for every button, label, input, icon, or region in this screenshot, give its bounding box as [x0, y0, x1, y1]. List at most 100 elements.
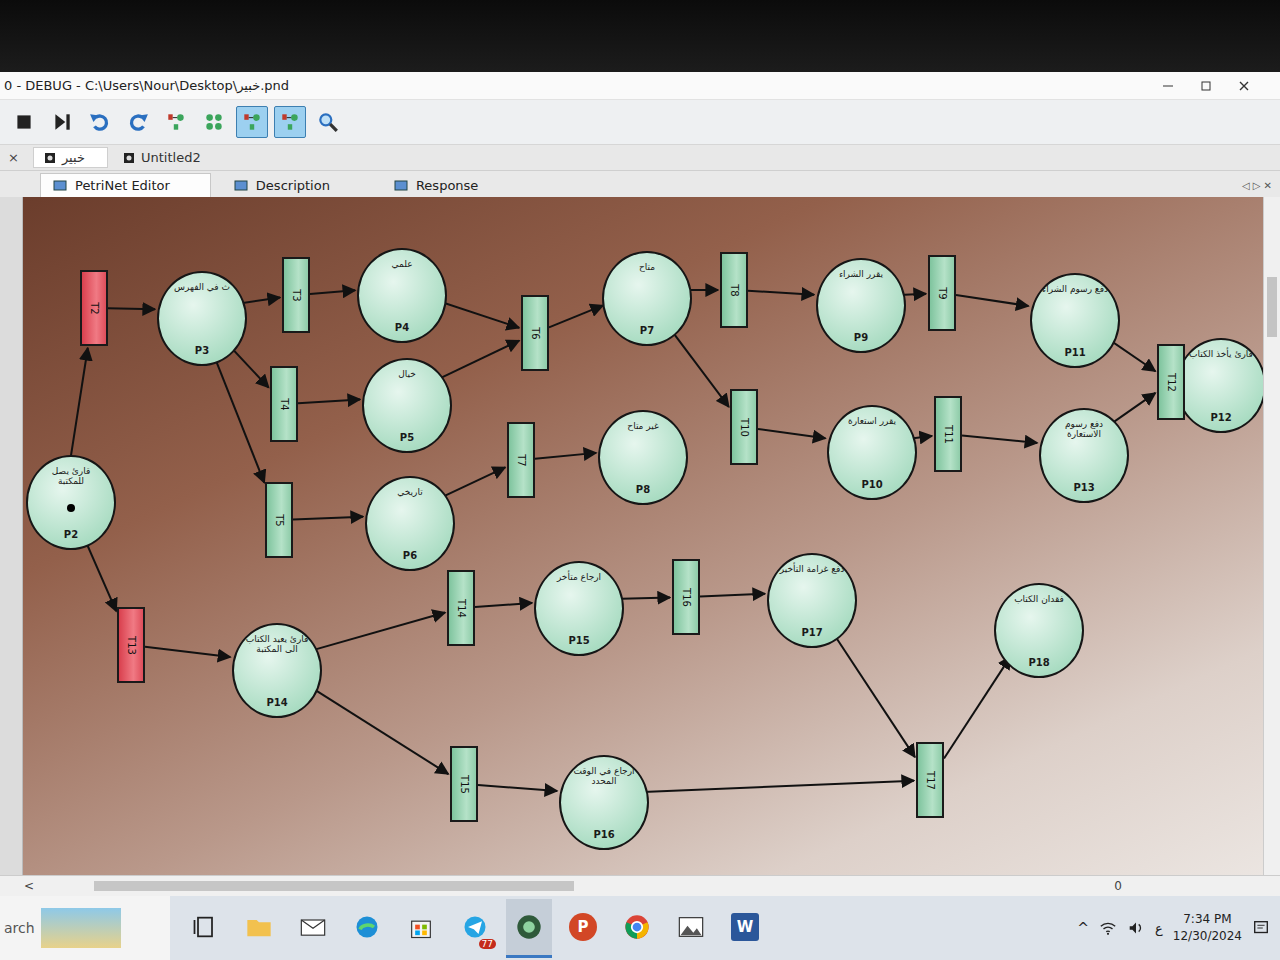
taskbar-app[interactable]: 77 — [452, 899, 498, 958]
arc[interactable] — [310, 290, 355, 294]
taskbar-app[interactable] — [398, 899, 444, 958]
transition[interactable]: T11 — [934, 396, 962, 472]
arc[interactable] — [962, 435, 1037, 443]
toolbar-button[interactable] — [274, 106, 306, 138]
arc[interactable] — [108, 307, 155, 310]
arc[interactable] — [304, 683, 448, 774]
arc[interactable] — [210, 346, 264, 482]
tray-expand-button[interactable]: ^ — [1077, 920, 1089, 936]
place[interactable]: قارئ يأخذ الكتاب P12 — [1176, 338, 1263, 433]
arc[interactable] — [298, 399, 360, 403]
view-tab[interactable]: Description — [221, 173, 371, 197]
transition[interactable]: T10 — [730, 389, 758, 465]
document-icon — [44, 152, 56, 164]
arc[interactable] — [475, 603, 532, 607]
close-icon[interactable] — [1238, 80, 1250, 92]
place[interactable]: دفع رسوم الاستعارة P13 — [1039, 408, 1129, 503]
taskbar-app[interactable] — [290, 899, 336, 958]
arc[interactable] — [700, 594, 765, 597]
place[interactable]: يقرر استعارة P10 — [827, 405, 917, 500]
arc[interactable] — [944, 656, 1011, 758]
arc[interactable] — [145, 647, 230, 657]
toolbar-button[interactable] — [198, 106, 230, 138]
toolbar-button[interactable] — [312, 106, 344, 138]
tab-navigation[interactable]: ◁ ▷ ✕ — [1242, 180, 1272, 191]
place[interactable]: قارئ يصل للمكتبة P2 — [26, 455, 116, 550]
transition[interactable]: T14 — [447, 570, 475, 646]
petri-net-canvas[interactable]: قارئ يصل للمكتبة P2 ث في الفهرس P3 علمي P4… — [23, 197, 1263, 875]
arc[interactable] — [827, 625, 914, 758]
place[interactable]: قارئ يعيد الكتاب الى المكتبة P14 — [232, 623, 322, 718]
arc[interactable] — [748, 291, 814, 295]
arc[interactable] — [71, 348, 88, 455]
place[interactable]: ث في الفهرس P3 — [157, 271, 247, 366]
arc[interactable] — [637, 781, 914, 793]
search-box[interactable]: arch — [0, 896, 170, 960]
taskbar-app[interactable] — [182, 899, 228, 958]
arc[interactable] — [535, 453, 596, 459]
toolbar-button[interactable] — [8, 106, 40, 138]
place[interactable]: خيال P5 — [362, 358, 452, 453]
notifications-icon[interactable] — [1252, 919, 1270, 937]
transition[interactable]: T3 — [282, 257, 310, 333]
place[interactable]: علمي P4 — [357, 248, 447, 343]
arc[interactable] — [439, 467, 505, 498]
arc[interactable] — [549, 305, 603, 327]
document-tab[interactable]: Untitled2 — [112, 147, 224, 168]
arc[interactable] — [436, 341, 519, 381]
volume-icon[interactable] — [1127, 919, 1145, 937]
horizontal-scrollbar[interactable]: < 0 — [0, 875, 1280, 896]
transition[interactable]: T2 — [80, 270, 108, 346]
place[interactable]: تاريخي P6 — [365, 476, 455, 571]
view-tab[interactable]: PetriNet Editor — [40, 173, 211, 197]
place[interactable]: دفع غرامة التأخير P17 — [767, 553, 857, 648]
taskbar-app[interactable] — [236, 899, 282, 958]
input-language[interactable]: ع — [1155, 921, 1163, 936]
arc[interactable] — [478, 785, 557, 791]
transition[interactable]: T17 — [916, 742, 944, 818]
transition[interactable]: T16 — [672, 559, 700, 635]
document-tab[interactable]: خبير — [33, 147, 108, 168]
arc[interactable] — [293, 517, 363, 520]
transition[interactable]: T12 — [1157, 344, 1185, 420]
transition[interactable]: T15 — [450, 746, 478, 822]
transition[interactable]: T7 — [507, 422, 535, 498]
scroll-thumb[interactable] — [94, 881, 574, 891]
place[interactable]: غير متاح P8 — [598, 410, 688, 505]
transition[interactable]: T5 — [265, 482, 293, 558]
arc[interactable] — [956, 295, 1028, 306]
taskbar-app[interactable]: P — [560, 899, 606, 958]
vertical-scrollbar[interactable] — [1263, 197, 1280, 875]
place[interactable]: ارجاع في الوقت المحدد P16 — [559, 755, 649, 850]
place[interactable]: فقدان الكتاب P18 — [994, 583, 1084, 678]
place[interactable]: دفع رسوم الشراء P11 — [1030, 273, 1120, 368]
place[interactable]: متاح P7 — [602, 251, 692, 346]
transition[interactable]: T6 — [521, 295, 549, 371]
toolbar-button[interactable] — [122, 106, 154, 138]
minimize-icon[interactable] — [1162, 80, 1174, 92]
toolbar-button[interactable] — [84, 106, 116, 138]
transition[interactable]: T4 — [270, 366, 298, 442]
maximize-icon[interactable] — [1200, 80, 1212, 92]
petri-app-icon — [515, 913, 543, 941]
close-doc-button[interactable]: × — [6, 150, 29, 165]
taskbar-app[interactable] — [668, 899, 714, 958]
arc[interactable] — [758, 429, 825, 438]
clock[interactable]: 7:34 PM 12/30/2024 — [1173, 911, 1242, 945]
transition[interactable]: T9 — [928, 255, 956, 331]
taskbar-app[interactable]: W — [722, 899, 768, 958]
toolbar-button[interactable] — [46, 106, 78, 138]
place[interactable]: يقرر الشراء P9 — [816, 258, 906, 353]
transition[interactable]: T13 — [117, 607, 145, 683]
arc[interactable] — [1110, 393, 1155, 425]
taskbar-app[interactable] — [614, 899, 660, 958]
taskbar-app[interactable] — [344, 899, 390, 958]
taskbar-app[interactable] — [506, 899, 552, 958]
toolbar-button[interactable] — [236, 106, 268, 138]
transition[interactable]: T8 — [720, 252, 748, 328]
place[interactable]: ارجاع متأخر P15 — [534, 561, 624, 656]
wifi-icon[interactable] — [1099, 919, 1117, 937]
toolbar-button[interactable] — [160, 106, 192, 138]
view-tab[interactable]: Response — [381, 173, 519, 197]
arc[interactable] — [309, 613, 446, 652]
